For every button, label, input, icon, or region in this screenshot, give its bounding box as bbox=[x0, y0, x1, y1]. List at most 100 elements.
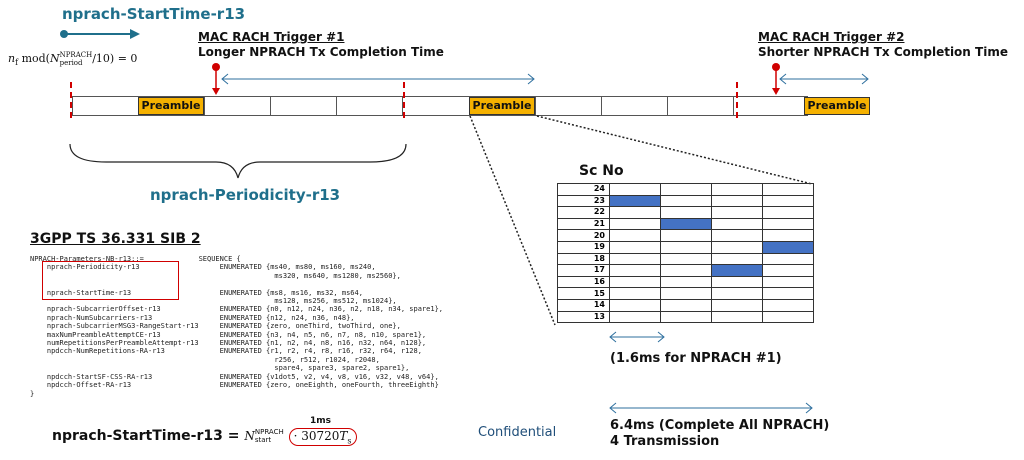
start-time-factor-circle: · 30720Ts bbox=[288, 428, 357, 447]
start-time-formula: nprach-StartTime-r13 = NNPRACH start · 30… bbox=[52, 428, 357, 447]
grid-cell bbox=[660, 240, 712, 254]
subcarrier-label: 16 bbox=[557, 275, 610, 289]
confidential-label: Confidential bbox=[478, 425, 557, 440]
trigger-2-marker bbox=[772, 63, 780, 95]
all-nprach-duration-arrow bbox=[609, 402, 813, 414]
grid-cell bbox=[660, 264, 712, 277]
grid-cell bbox=[711, 252, 763, 266]
nprach1-duration-note: (1.6ms for NPRACH #1) bbox=[610, 351, 782, 366]
subcarrier-label: 24 bbox=[557, 183, 610, 196]
subcarrier-label: 22 bbox=[557, 206, 610, 219]
all-nprach-duration-note: 6.4ms (Complete All NPRACH) 4 Transmissi… bbox=[610, 418, 830, 449]
period-boundary-2 bbox=[403, 82, 405, 118]
grid-cell bbox=[711, 217, 763, 231]
grid-cell bbox=[711, 206, 763, 219]
subcarrier-label: 18 bbox=[557, 252, 610, 266]
grid-row: 15 bbox=[557, 287, 814, 300]
grid-cell bbox=[711, 229, 763, 242]
grid-cell bbox=[660, 183, 712, 196]
grid-cell bbox=[762, 229, 814, 242]
grid-cell bbox=[762, 264, 814, 277]
timeline-bar: Preamble Preamble bbox=[72, 96, 808, 116]
grid-row: 13 bbox=[557, 310, 814, 324]
trigger-2-label: MAC RACH Trigger #2 Shorter NPRACH Tx Co… bbox=[758, 30, 1008, 59]
preamble-block-2: Preamble bbox=[469, 97, 535, 115]
code-line: nprach-SubcarrierOffset-r13 ENUMERATED {… bbox=[30, 305, 444, 314]
trigger-1-marker bbox=[212, 63, 220, 95]
nprach1-duration-arrow bbox=[609, 331, 665, 343]
subcarrier-label: 15 bbox=[557, 287, 610, 300]
grid-row: 14 bbox=[557, 298, 814, 312]
grid-cell bbox=[609, 264, 661, 277]
unit-annotation: 1ms bbox=[310, 416, 331, 426]
grid-cell bbox=[762, 217, 814, 231]
grid-cell bbox=[609, 217, 661, 231]
grid-cell bbox=[609, 287, 661, 300]
grid-cell bbox=[609, 240, 661, 254]
grid-cell bbox=[711, 310, 763, 324]
grid-cell bbox=[609, 275, 661, 289]
grid-cell bbox=[711, 298, 763, 312]
grid-row: 19 bbox=[557, 240, 814, 254]
grid-cell bbox=[660, 252, 712, 266]
grid-cell bbox=[711, 275, 763, 289]
grid-cell bbox=[762, 206, 814, 219]
code-line: nprach-SubcarrierMSG3-RangeStart-r13 ENU… bbox=[30, 322, 401, 331]
grid-cell bbox=[762, 275, 814, 289]
code-line: npdcch-NumRepetitions-RA-r13 ENUMERATED … bbox=[30, 347, 422, 356]
grid-row: 17 bbox=[557, 264, 814, 277]
grid-row: 18 bbox=[557, 252, 814, 266]
subcarrier-label: 17 bbox=[557, 264, 610, 277]
trigger-markers bbox=[212, 63, 869, 95]
grid-cell bbox=[660, 194, 712, 208]
highlight-box-parameters bbox=[42, 261, 179, 300]
grid-cell bbox=[711, 240, 763, 254]
grid-cell bbox=[609, 252, 661, 266]
grid-row: 24 bbox=[557, 183, 814, 196]
preamble-block-3: Preamble bbox=[804, 97, 870, 115]
subcarrier-label: 14 bbox=[557, 298, 610, 312]
periodicity-label: nprach-Periodicity-r13 bbox=[150, 186, 341, 204]
code-line: maxNumPreambleAttemptCE-r13 ENUMERATED {… bbox=[30, 330, 427, 339]
start-time-arrow bbox=[60, 29, 140, 39]
subcarrier-label: 13 bbox=[557, 310, 610, 324]
grid-cell bbox=[609, 183, 661, 196]
grid-cell bbox=[762, 298, 814, 312]
subcarrier-label: 23 bbox=[557, 194, 610, 208]
grid-cell-filled bbox=[609, 194, 661, 208]
grid-row: 22 bbox=[557, 206, 814, 219]
code-line: npdcch-StartSF-CSS-RA-r13 ENUMERATED {v1… bbox=[30, 372, 439, 381]
subcarrier-label: 21 bbox=[557, 217, 610, 231]
subcarrier-grid: 24 23 22 21 20 19 18 17 16 15 14 13 bbox=[557, 183, 814, 324]
grid-cell bbox=[660, 206, 712, 219]
grid-cell bbox=[762, 287, 814, 300]
grid-cell bbox=[609, 206, 661, 219]
grid-row: 16 bbox=[557, 275, 814, 289]
grid-cell bbox=[660, 298, 712, 312]
grid-cell-filled bbox=[762, 240, 814, 254]
preamble-block-1: Preamble bbox=[138, 97, 204, 115]
grid-cell bbox=[660, 275, 712, 289]
grid-cell bbox=[660, 310, 712, 324]
grid-cell bbox=[609, 310, 661, 324]
grid-cell bbox=[762, 194, 814, 208]
period-boundary-3 bbox=[736, 82, 738, 118]
code-line: numRepetitionsPerPreambleAttempt-r13 ENU… bbox=[30, 339, 427, 348]
subcarrier-label: 19 bbox=[557, 240, 610, 254]
grid-cell-filled bbox=[711, 264, 763, 277]
grid-cell bbox=[762, 252, 814, 266]
code-line: r256, r512, r1024, r2048, bbox=[30, 355, 380, 364]
grid-cell bbox=[660, 229, 712, 242]
grid-cell bbox=[660, 287, 712, 300]
grid-cell bbox=[711, 287, 763, 300]
periodicity-brace bbox=[69, 143, 407, 179]
subcarrier-grid-title: Sc No bbox=[579, 163, 624, 179]
period-boundary-1 bbox=[70, 82, 72, 118]
code-line: nprach-NumSubcarriers-r13 ENUMERATED {n1… bbox=[30, 313, 355, 322]
grid-cell bbox=[762, 183, 814, 196]
grid-row: 21 bbox=[557, 217, 814, 231]
grid-cell bbox=[762, 310, 814, 324]
grid-cell-filled bbox=[660, 217, 712, 231]
code-line: npdcch-Offset-RA-r13 ENUMERATED {zero, o… bbox=[30, 381, 439, 390]
code-line: } bbox=[30, 389, 35, 398]
